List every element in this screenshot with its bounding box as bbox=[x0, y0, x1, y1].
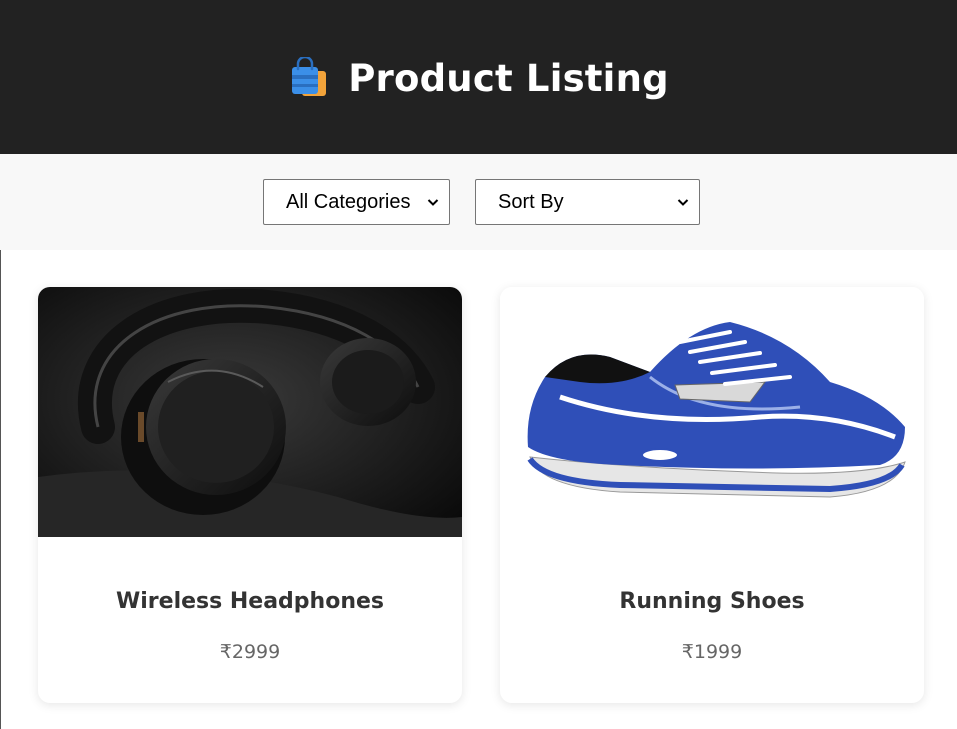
category-select-value: All Categories bbox=[286, 190, 411, 213]
product-card[interactable]: Wireless Headphones ₹2999 bbox=[38, 287, 462, 703]
filter-bar: All Categories Sort By bbox=[0, 154, 957, 250]
product-price: ₹2999 bbox=[219, 641, 281, 663]
running-shoe-image bbox=[500, 287, 924, 537]
page-title: Product Listing bbox=[348, 56, 669, 100]
category-select[interactable]: All Categories bbox=[263, 179, 450, 225]
chevron-down-icon bbox=[427, 199, 439, 206]
sort-select-value: Sort By bbox=[498, 190, 564, 213]
page-header: Product Listing bbox=[0, 0, 957, 154]
shopping-bag-icon bbox=[292, 57, 327, 96]
product-name: Running Shoes bbox=[619, 589, 805, 614]
page-edge-line bbox=[0, 250, 1, 729]
header-title-group: Product Listing bbox=[288, 57, 669, 100]
product-price: ₹1999 bbox=[681, 641, 743, 663]
product-card[interactable]: Running Shoes ₹1999 bbox=[500, 287, 924, 703]
sort-select[interactable]: Sort By bbox=[475, 179, 700, 225]
product-name: Wireless Headphones bbox=[115, 589, 385, 614]
chevron-down-icon bbox=[677, 199, 689, 206]
headphones-image bbox=[38, 287, 462, 537]
